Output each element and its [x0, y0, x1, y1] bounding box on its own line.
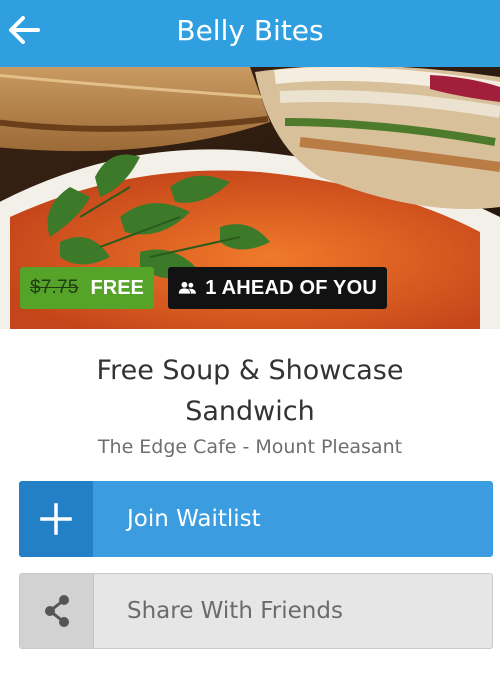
share-button[interactable]: Share With Friends: [19, 573, 493, 649]
deal-location: The Edge Cafe - Mount Pleasant: [97, 436, 403, 458]
share-icon: [44, 595, 69, 627]
queue-badge: 1 AHEAD OF YOU: [168, 267, 387, 309]
join-icon-box: [19, 481, 93, 557]
original-price: $7.75: [30, 277, 79, 298]
share-label: Share With Friends: [127, 598, 343, 624]
deal-title: Free Soup & Showcase Sandwich: [96, 355, 404, 427]
app-title: Belly Bites: [176, 14, 324, 47]
join-waitlist-label: Join Waitlist: [127, 506, 261, 532]
queue-status: 1 AHEAD OF YOU: [205, 276, 377, 299]
join-waitlist-button[interactable]: Join Waitlist: [19, 481, 493, 557]
share-icon-box: [20, 574, 94, 648]
plus-icon: [40, 503, 72, 535]
app-bar: Belly Bites: [0, 0, 500, 67]
free-label: FREE: [90, 276, 144, 299]
people-icon: [178, 281, 197, 294]
price-badge: $7.75 FREE: [20, 267, 154, 309]
